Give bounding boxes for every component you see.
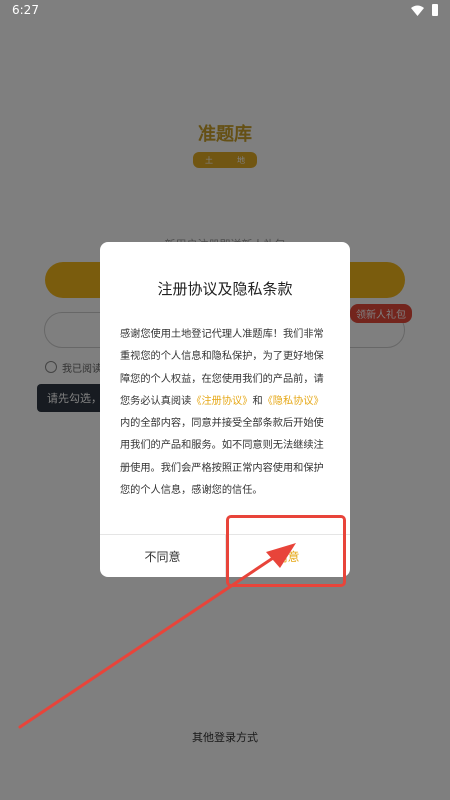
status-icons — [411, 4, 438, 16]
dialog-and-text: 和 — [252, 395, 263, 407]
dialog-body: 感谢您使用土地登记代理人准题库！我们非常重视您的个人信息和隐私保护，为了更好地保… — [120, 324, 332, 502]
status-time: 6:27 — [12, 3, 39, 17]
annotation-highlight-box — [226, 515, 346, 587]
battery-icon — [432, 4, 438, 16]
dialog-title: 注册协议及隐私条款 — [157, 280, 293, 298]
privacy-agreement-link[interactable]: 《隐私协议》 — [263, 396, 324, 407]
disagree-button[interactable]: 不同意 — [100, 535, 225, 577]
register-agreement-link[interactable]: 《注册协议》 — [191, 396, 252, 407]
status-bar: 6:27 — [0, 0, 450, 22]
dialog-body-text-2: 内的全部内容，同意并接受全部条款后开始使用我们的产品和服务。如不同意则无法继续注… — [120, 418, 324, 497]
wifi-icon — [411, 5, 424, 16]
